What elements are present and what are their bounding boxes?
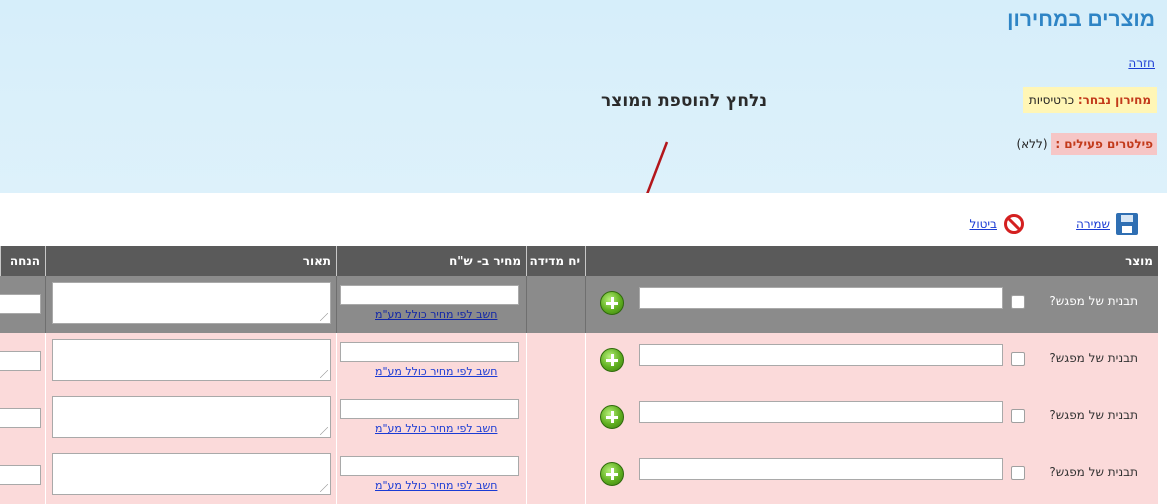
template-checkbox[interactable] xyxy=(1011,409,1025,423)
active-filters: פילטרים פעילים : (ללא) xyxy=(1016,133,1157,155)
price-input[interactable] xyxy=(340,399,519,419)
selected-price-value: כרטיסיות xyxy=(1028,93,1075,107)
discount-input[interactable] xyxy=(0,465,41,485)
cancel-label: ביטול xyxy=(969,217,998,231)
add-product-icon[interactable] xyxy=(600,405,624,429)
products-grid: שמירה ביטול מוצר יח מדידה מחיר ב- ש"ח תא… xyxy=(0,193,1167,504)
calc-vat-link[interactable]: חשב לפי מחיר כולל מע"מ xyxy=(375,308,497,321)
save-label: שמירה xyxy=(1076,217,1110,231)
filters-value: (ללא) xyxy=(1016,137,1048,151)
description-textarea[interactable] xyxy=(52,339,331,381)
product-input[interactable] xyxy=(639,344,1003,366)
discount-input[interactable] xyxy=(0,408,41,428)
calc-vat-link[interactable]: חשב לפי מחיר כולל מע"מ xyxy=(375,365,497,378)
product-input[interactable] xyxy=(639,287,1003,309)
selected-price-label: מחירון נבחר: xyxy=(1077,93,1151,107)
save-button[interactable]: שמירה xyxy=(1076,213,1138,235)
table-row: תבנית של מפגש? חשב לפי מחיר כולל מע"מ xyxy=(0,276,1158,333)
description-textarea[interactable] xyxy=(52,396,331,438)
add-product-icon[interactable] xyxy=(600,462,624,486)
page-title: מוצרים במחירון xyxy=(1007,8,1155,31)
discount-input[interactable] xyxy=(0,351,41,371)
table-row: תבנית של מפגש? חשב לפי מחיר כולל מע"מ xyxy=(0,447,1158,504)
page: מוצרים במחירון חזרה מחירון נבחר: כרטיסיו… xyxy=(0,0,1167,504)
column-price[interactable]: מחיר ב- ש"ח xyxy=(336,246,527,276)
add-product-icon[interactable] xyxy=(600,291,624,315)
product-input[interactable] xyxy=(639,458,1003,480)
price-input[interactable] xyxy=(340,342,519,362)
add-product-icon[interactable] xyxy=(600,348,624,372)
table-header: מוצר יח מדידה מחיר ב- ש"ח תאור הנחה xyxy=(0,246,1158,276)
back-link[interactable]: חזרה xyxy=(1128,56,1155,70)
description-textarea[interactable] xyxy=(52,453,331,495)
price-input[interactable] xyxy=(340,456,519,476)
price-input[interactable] xyxy=(340,285,519,305)
description-textarea[interactable] xyxy=(52,282,331,324)
filters-label: פילטרים פעילים : xyxy=(1051,133,1157,155)
floppy-disk-icon xyxy=(1116,213,1138,235)
no-entry-icon xyxy=(1004,214,1024,234)
product-template-label: תבנית של מפגש? xyxy=(1049,408,1138,422)
product-input[interactable] xyxy=(639,401,1003,423)
column-product[interactable]: מוצר xyxy=(585,246,1159,276)
annotation-text: נלחץ להוספת המוצר xyxy=(601,91,768,111)
discount-input[interactable] xyxy=(0,294,41,314)
template-checkbox[interactable] xyxy=(1011,295,1025,309)
template-checkbox[interactable] xyxy=(1011,352,1025,366)
product-template-label: תבנית של מפגש? xyxy=(1049,294,1138,308)
calc-vat-link[interactable]: חשב לפי מחיר כולל מע"מ xyxy=(375,422,497,435)
product-template-label: תבנית של מפגש? xyxy=(1049,465,1138,479)
column-description[interactable]: תאור xyxy=(45,246,337,276)
table-row: תבנית של מפגש? חשב לפי מחיר כולל מע"מ xyxy=(0,333,1158,390)
table-row: תבנית של מפגש? חשב לפי מחיר כולל מע"מ xyxy=(0,390,1158,447)
selected-price-list: מחירון נבחר: כרטיסיות xyxy=(1022,87,1157,113)
column-discount[interactable]: הנחה xyxy=(0,246,46,276)
calc-vat-link[interactable]: חשב לפי מחיר כולל מע"מ xyxy=(375,479,497,492)
product-template-label: תבנית של מפגש? xyxy=(1049,351,1138,365)
cancel-button[interactable]: ביטול xyxy=(970,213,1026,235)
column-unit[interactable]: יח מדידה xyxy=(526,246,586,276)
toolbar: שמירה ביטול xyxy=(0,193,1158,245)
template-checkbox[interactable] xyxy=(1011,466,1025,480)
